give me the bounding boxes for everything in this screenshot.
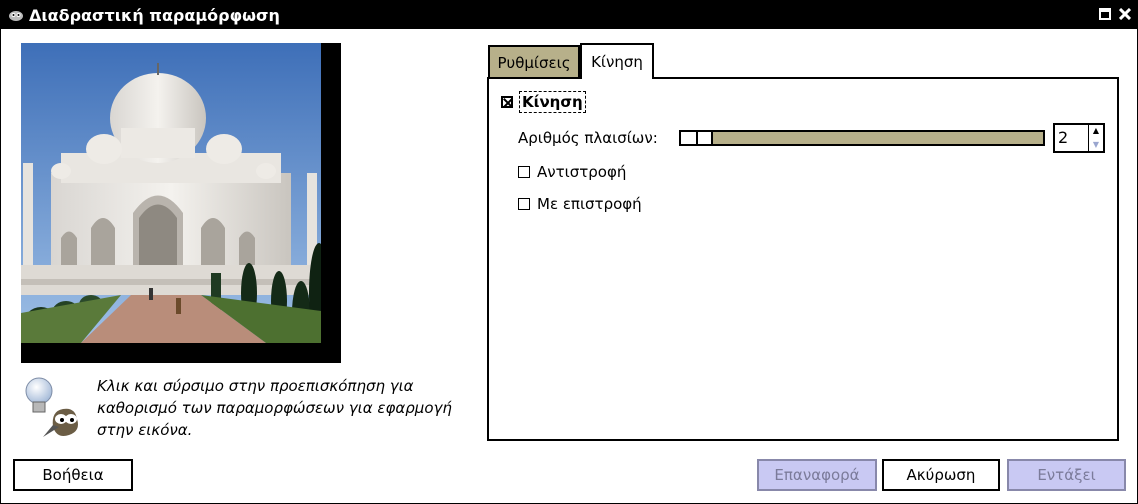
tab-settings-label: Ρυθμίσεις xyxy=(497,54,571,72)
motion-checkbox-label: Κίνηση xyxy=(519,91,586,113)
reverse-checkbox[interactable]: Αντιστροφή xyxy=(518,163,626,181)
tab-settings[interactable]: Ρυθμίσεις xyxy=(488,45,580,79)
cancel-button-label: Ακύρωση xyxy=(906,466,976,484)
help-button[interactable]: Βοήθεια xyxy=(13,459,133,491)
spin-up-icon[interactable]: ▲ xyxy=(1093,125,1099,137)
motion-checkbox[interactable]: Κίνηση xyxy=(501,91,586,113)
close-icon[interactable] xyxy=(1117,5,1133,23)
tab-motion-label: Κίνηση xyxy=(591,53,643,71)
hint-line-3: στην εικόνα. xyxy=(97,421,193,439)
frames-value[interactable]: 2 xyxy=(1055,125,1089,151)
tab-motion[interactable]: Κίνηση xyxy=(580,43,654,79)
ok-button[interactable]: Εντάξει xyxy=(1007,459,1126,491)
frames-label: Αριθμός πλαισίων: xyxy=(518,129,658,147)
title-bar[interactable]: Διαδραστική παραμόρφωση xyxy=(1,1,1137,29)
maximize-icon[interactable] xyxy=(1097,5,1113,23)
reset-button[interactable]: Επαναφορά xyxy=(757,459,877,491)
pingpong-checkbox-label: Με επιστροφή xyxy=(537,195,642,213)
frames-slider[interactable] xyxy=(679,130,1045,146)
gimp-app-icon xyxy=(7,6,25,24)
cancel-button[interactable]: Ακύρωση xyxy=(882,459,1000,491)
hint-line-1: Κλικ και σύρσιμο στην προεπισκόπηση για xyxy=(97,377,414,395)
reverse-checkbox-label: Αντιστροφή xyxy=(537,163,627,181)
pingpong-checkbox[interactable]: Με επιστροφή xyxy=(518,195,642,213)
spin-down-icon[interactable]: ▼ xyxy=(1093,139,1099,151)
wilber-hint-icon xyxy=(23,375,85,441)
reset-button-label: Επαναφορά xyxy=(774,466,860,484)
window-title: Διαδραστική παραμόρφωση xyxy=(29,5,280,25)
frames-spinbutton[interactable]: 2 ▲ ▼ xyxy=(1053,123,1105,153)
checkbox-unchecked-icon[interactable] xyxy=(518,198,530,210)
hint-text: Κλικ και σύρσιμο στην προεπισκόπηση για … xyxy=(97,375,487,441)
checkbox-unchecked-icon[interactable] xyxy=(518,166,530,178)
preview-image[interactable] xyxy=(21,43,341,363)
dialog-window: Διαδραστική παραμόρφωση Κλικ και σύρσιμο… xyxy=(0,0,1138,504)
help-button-label: Βοήθεια xyxy=(42,466,104,484)
slider-handle[interactable] xyxy=(681,132,713,144)
checkbox-checked-icon[interactable] xyxy=(501,96,513,108)
ok-button-label: Εντάξει xyxy=(1037,466,1096,484)
hint-line-2: καθορισμό των παραμορφώσεων για εφαρμογή xyxy=(97,399,452,417)
